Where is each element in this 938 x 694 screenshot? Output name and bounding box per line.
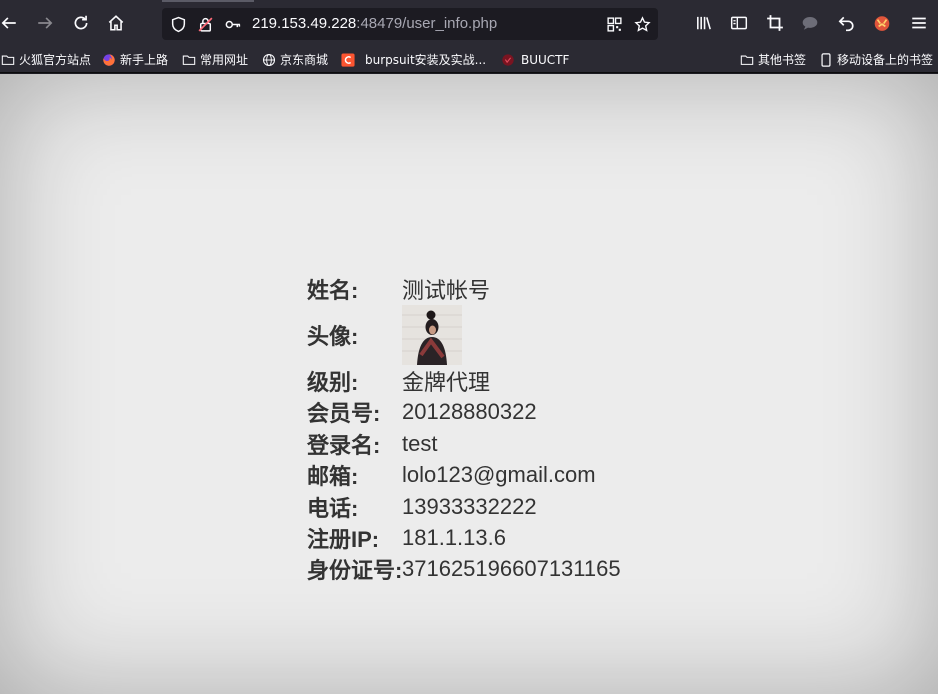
forward-arrow-icon <box>38 17 53 29</box>
bookmark-label: 新手上路 <box>120 53 169 67</box>
bookmark-folder-other[interactable]: 其他书签 <box>740 50 806 69</box>
bookmark-folder-common-sites[interactable]: 常用网址 <box>182 50 248 69</box>
phone-value: 13933332222 <box>402 493 537 519</box>
bookmark-label: 移动设备上的书签 <box>837 53 934 67</box>
phone-label: 电话: <box>307 495 359 521</box>
hackbar-button[interactable] <box>869 10 895 36</box>
name-label: 姓名: <box>307 277 359 303</box>
chat-bubble-icon <box>802 17 818 30</box>
buuctf-icon <box>502 53 514 66</box>
browser-toolbar: 219.153.49.228:48479/user_info.php <box>0 0 938 46</box>
screenshot-button[interactable] <box>762 10 788 36</box>
bookmark-folder-mobile[interactable]: 移动设备上的书签 <box>819 50 933 69</box>
folder-icon <box>1 55 15 65</box>
back-arrow-icon <box>1 17 16 29</box>
bookmark-label: 其他书签 <box>758 53 807 67</box>
url-host: 219.153.49.228 <box>252 15 357 32</box>
home-button[interactable] <box>103 10 129 36</box>
info-row-login: 登录名: test <box>307 428 621 459</box>
ip-label: 注册IP: <box>307 527 380 553</box>
url-text[interactable]: 219.153.49.228:48479/user_info.php <box>252 15 497 33</box>
email-value: lolo123@gmail.com <box>402 462 596 488</box>
crop-icon <box>767 15 783 31</box>
user-info-table: 姓名: 测试帐号 头像: 级别: 金牌代理 会员号: 20128880322 登… <box>307 273 621 585</box>
reload-icon <box>74 15 88 30</box>
library-button[interactable] <box>691 10 717 36</box>
insecure-lock-icon[interactable] <box>196 15 214 33</box>
bookmark-label: BUUCTF <box>521 52 570 67</box>
globe-icon <box>262 53 276 66</box>
bookmark-getting-started[interactable]: 新手上路 <box>102 50 168 69</box>
ip-value: 181.1.13.6 <box>402 525 506 551</box>
info-row-avatar: 头像: <box>307 304 621 365</box>
back-button[interactable] <box>0 10 22 36</box>
library-icon <box>697 16 711 30</box>
level-value: 金牌代理 <box>402 370 491 396</box>
home-icon <box>108 15 124 31</box>
member-label: 会员号: <box>307 401 381 427</box>
name-value: 测试帐号 <box>402 277 491 303</box>
undo-close-button[interactable] <box>833 10 859 36</box>
id-label: 身份证号: <box>307 558 403 584</box>
folder-icon <box>740 55 754 65</box>
info-row-phone: 电话: 13933332222 <box>307 491 621 522</box>
url-path: :48479/user_info.php <box>356 15 498 32</box>
info-row-ip: 注册IP: 181.1.13.6 <box>307 522 621 553</box>
bookmark-star-icon[interactable] <box>633 15 651 33</box>
active-tab-indicator <box>162 0 254 2</box>
csdn-icon <box>341 52 355 67</box>
fox-extension-icon <box>874 16 890 31</box>
bookmark-label: 常用网址 <box>200 53 249 67</box>
bookmarks-bar: 火狐官方站点 新手上路 常用网址 京东商城 burpsuit安装及实战... B… <box>0 46 938 73</box>
bookmark-jd-mall[interactable]: 京东商城 <box>262 50 328 69</box>
email-label: 邮箱: <box>307 464 359 490</box>
info-row-email: 邮箱: lolo123@gmail.com <box>307 460 621 491</box>
login-value: test <box>402 430 438 456</box>
id-value: 371625196607131165 <box>402 556 621 582</box>
menu-button[interactable] <box>906 10 932 36</box>
info-row-name: 姓名: 测试帐号 <box>307 273 621 304</box>
bookmark-label: 火狐官方站点 <box>19 53 92 67</box>
key-icon[interactable] <box>223 15 241 33</box>
sidebar-button[interactable] <box>726 10 752 36</box>
info-row-id: 身份证号: 371625196607131165 <box>307 554 621 585</box>
bookmark-label: 京东商城 <box>280 53 329 67</box>
member-value: 20128880322 <box>402 399 537 425</box>
bookmark-buuctf[interactable]: BUUCTF <box>501 50 569 69</box>
firefox-icon <box>103 53 115 66</box>
forward-button[interactable] <box>32 10 58 36</box>
address-bar[interactable]: 219.153.49.228:48479/user_info.php <box>162 8 658 40</box>
qr-code-icon[interactable] <box>605 15 623 33</box>
login-label: 登录名: <box>307 432 381 458</box>
page-content: 姓名: 测试帐号 头像: 级别: 金牌代理 会员号: 20128880322 登… <box>0 74 938 694</box>
info-row-member: 会员号: 20128880322 <box>307 397 621 428</box>
bookmark-burpsuit[interactable]: burpsuit安装及实战... <box>341 50 486 69</box>
undo-arrow-icon <box>838 16 854 32</box>
extension-button[interactable] <box>797 10 823 36</box>
bookmark-folder-firefox-sites[interactable]: 火狐官方站点 <box>1 50 91 69</box>
level-label: 级别: <box>307 370 359 396</box>
bookmark-label: burpsuit安装及实战... <box>365 53 487 67</box>
sidebar-icon <box>730 16 748 30</box>
avatar-photo <box>402 304 462 365</box>
avatar-label: 头像: <box>307 323 359 349</box>
info-row-level: 级别: 金牌代理 <box>307 365 621 396</box>
avatar <box>402 304 462 365</box>
folder-icon <box>182 55 196 65</box>
shield-icon[interactable] <box>169 15 187 33</box>
mobile-icon <box>821 52 831 67</box>
reload-button[interactable] <box>68 10 94 36</box>
hamburger-menu-icon <box>912 17 926 29</box>
